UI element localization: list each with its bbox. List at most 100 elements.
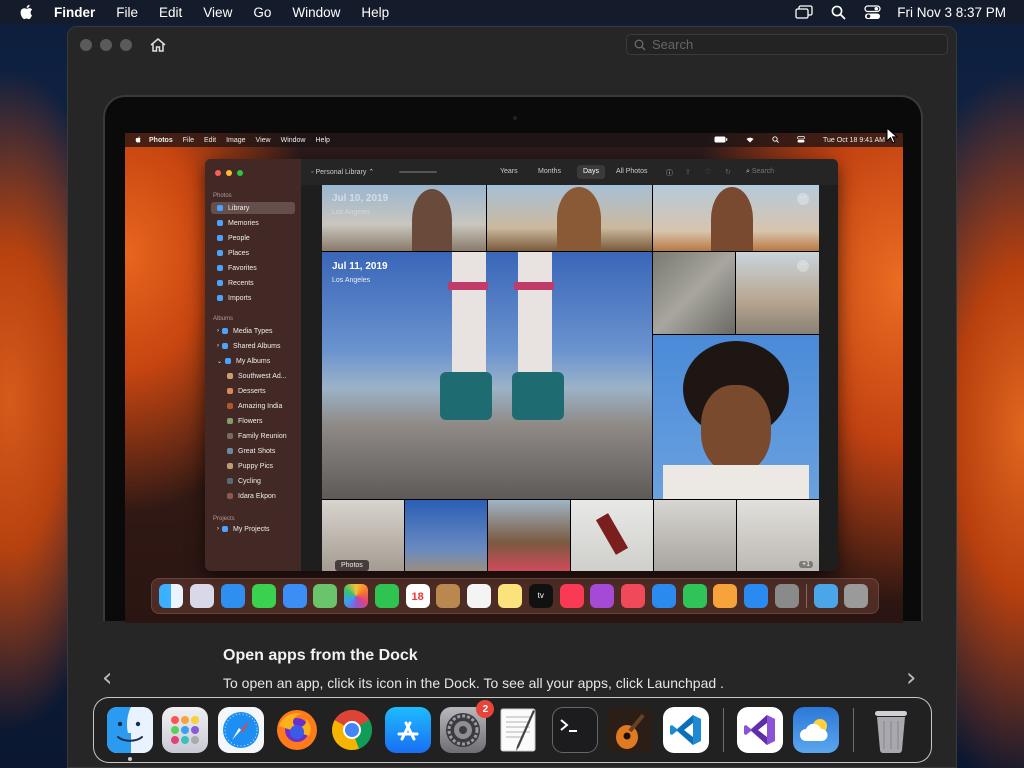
- zoom-button[interactable]: [120, 39, 132, 51]
- menu-bar: Finder File Edit View Go Window Help Fri…: [0, 0, 1024, 24]
- day-location-label: Los Angeles: [332, 277, 371, 284]
- dock-system-settings[interactable]: 2: [440, 700, 495, 753]
- search-input[interactable]: [652, 37, 932, 52]
- inner-menu-app: Photos: [149, 136, 173, 144]
- menu-help[interactable]: Help: [361, 5, 389, 20]
- dock-terminal[interactable]: [551, 707, 598, 753]
- zoom-slider: [399, 171, 437, 173]
- close-button[interactable]: [80, 39, 92, 51]
- tab-years: Years: [500, 168, 518, 175]
- sidebar-item-label: Shared Albums: [233, 342, 281, 350]
- sidebar-item-memories: Memories: [211, 217, 295, 229]
- album-thumbnail: [227, 418, 233, 424]
- app-store-icon: [397, 721, 419, 741]
- window-search-field[interactable]: [626, 34, 948, 55]
- next-tip-button[interactable]: ›: [906, 663, 916, 693]
- dock-app-store[interactable]: [384, 707, 431, 753]
- minimize-button[interactable]: [100, 39, 112, 51]
- previous-tip-button[interactable]: ‹: [102, 663, 112, 693]
- people-icon: [217, 235, 223, 241]
- more-count-label: +1: [799, 561, 813, 568]
- inner-messages-icon: [251, 584, 276, 608]
- photos-sidebar: Photos Library Memories People Places Fa…: [205, 159, 301, 571]
- sidebar-item-label: Recents: [228, 279, 254, 287]
- album-thumbnail: [227, 373, 233, 379]
- menu-app-name[interactable]: Finder: [54, 5, 95, 20]
- menu-clock[interactable]: Fri Nov 3 8:37 PM: [897, 5, 1006, 20]
- inner-calendar-icon: 18: [405, 584, 430, 608]
- apple-menu-icon[interactable]: [19, 4, 33, 20]
- inner-menu-item: Image: [226, 136, 246, 144]
- dock-finder[interactable]: [106, 707, 153, 761]
- dock-chrome[interactable]: [329, 707, 375, 753]
- menu-edit[interactable]: Edit: [159, 5, 182, 20]
- laptop-illustration: Photos File Edit Image View Window Help …: [103, 95, 923, 623]
- album-item: Idara Ekpon: [211, 490, 295, 502]
- dock-textedit[interactable]: [496, 707, 542, 753]
- photos-toolbar: ◦ Personal Library ⌃ Years Months Days A…: [301, 159, 838, 185]
- inner-dock-separator: [805, 584, 807, 608]
- dock-visual-studio[interactable]: [737, 707, 784, 753]
- folder-icon: [225, 358, 232, 364]
- photo-thumbnail-portrait: [653, 335, 819, 499]
- sidebar-item-label: Memories: [228, 219, 259, 227]
- sidebar-item-label: Library: [228, 204, 250, 212]
- photo-featured-roller-skates: [322, 252, 652, 499]
- album-item: Great Shots: [211, 445, 295, 457]
- terminal-icon: [559, 719, 577, 732]
- menu-view[interactable]: View: [203, 5, 232, 20]
- dock-trash[interactable]: [868, 707, 914, 753]
- inner-mail-icon: [282, 584, 307, 608]
- menu-go[interactable]: Go: [253, 5, 271, 20]
- menu-window[interactable]: Window: [292, 5, 340, 20]
- album-thumbnail: [227, 433, 233, 439]
- inner-numbers-icon: [682, 584, 707, 608]
- album-thumbnail: [227, 493, 233, 499]
- inner-menu-item: Window: [280, 136, 306, 144]
- dock-vscode[interactable]: [662, 707, 709, 753]
- photos-minimize-button: [226, 170, 232, 176]
- menu-file[interactable]: File: [116, 5, 138, 20]
- sidebar-item-places: Places: [211, 247, 295, 259]
- sidebar-item-people: People: [211, 232, 295, 244]
- control-center-icon[interactable]: [864, 4, 881, 20]
- garageband-icon: [607, 707, 654, 753]
- photo-thumbnail: [571, 500, 653, 571]
- tab-months: Months: [538, 168, 561, 175]
- chevron-right-icon: ›: [217, 526, 219, 532]
- dock-garageband[interactable]: [607, 707, 654, 753]
- sidebar-group-shared-albums: › Shared Albums: [211, 340, 295, 352]
- share-icon: ⇪: [685, 169, 691, 176]
- sidebar-item-label: People: [228, 234, 250, 242]
- favorites-icon: [217, 265, 223, 271]
- vscode-icon: [669, 715, 701, 745]
- inner-menu-item: File: [182, 136, 195, 144]
- home-icon[interactable]: [148, 36, 168, 54]
- album-label: Flowers: [238, 417, 263, 425]
- dock-weather[interactable]: [792, 707, 839, 753]
- album-label: Desserts: [238, 387, 266, 395]
- spotlight-search-icon[interactable]: [831, 5, 846, 20]
- tip-description: To open an app, click its icon in the Do…: [223, 675, 724, 691]
- album-thumbnail: [227, 463, 233, 469]
- screen-mirroring-icon[interactable]: [795, 5, 813, 19]
- album-label: Idara Ekpon: [238, 492, 276, 500]
- inner-safari-icon: [220, 584, 245, 608]
- sidebar-item-label: Favorites: [228, 264, 257, 272]
- inner-battery-icon: [714, 136, 728, 145]
- places-icon: [217, 250, 223, 256]
- library-selector-label: Personal Library: [315, 169, 367, 176]
- album-label: Family Reunion: [238, 432, 287, 440]
- inner-menu-item: View: [255, 136, 271, 144]
- album-thumbnail: [227, 478, 233, 484]
- dock-safari[interactable]: [217, 707, 264, 753]
- photo-grid: ··· Jul 10, 2019 Los Angeles Jul 11, 201…: [322, 185, 819, 571]
- inner-photos-icon: [344, 584, 369, 608]
- dock-firefox[interactable]: [274, 707, 320, 753]
- inner-facetime-icon: [374, 584, 399, 608]
- album-thumbnail: [227, 388, 233, 394]
- dock-launchpad[interactable]: [162, 707, 209, 753]
- inner-finder-icon: [159, 584, 184, 608]
- laptop-screen: Photos File Edit Image View Window Help …: [125, 133, 903, 623]
- launchpad-icon: [171, 716, 200, 744]
